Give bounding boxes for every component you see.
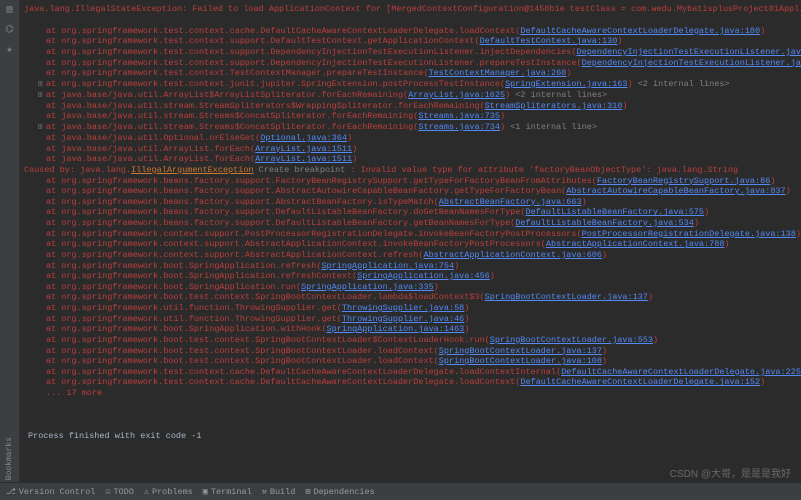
source-link[interactable]: ThrowingSupplier.java:58 bbox=[342, 303, 464, 313]
source-link[interactable]: DefaultCacheAwareContextLoaderDelegate.j… bbox=[520, 26, 760, 36]
source-link[interactable]: ArrayList.java:1625 bbox=[408, 90, 505, 100]
fold-icon[interactable]: ⊞ bbox=[34, 80, 46, 90]
tab-problems[interactable]: ⚠Problems bbox=[144, 487, 193, 497]
source-link[interactable]: SpringApplication.java:754 bbox=[321, 261, 454, 271]
status-bar: ⎇Version Control ☑TODO ⚠Problems ▣Termin… bbox=[0, 482, 801, 500]
tab-build[interactable]: ⚒Build bbox=[262, 487, 296, 497]
source-link[interactable]: AbstractApplicationContext.java:788 bbox=[546, 239, 725, 249]
bookmarks-label[interactable]: Bookmarks bbox=[5, 437, 14, 480]
source-link[interactable]: ThrowingSupplier.java:46 bbox=[342, 314, 464, 324]
source-link[interactable]: ArrayList.java:1511 bbox=[255, 144, 352, 154]
source-link[interactable]: FactoryBeanRegistrySupport.java:86 bbox=[597, 176, 770, 186]
tab-terminal[interactable]: ▣Terminal bbox=[203, 487, 252, 497]
source-link[interactable]: StreamSpliterators.java:310 bbox=[485, 101, 623, 111]
exit-code-line: Process finished with exit code -1 bbox=[28, 431, 793, 442]
source-link[interactable]: SpringBootContextLoader.java:108 bbox=[439, 356, 602, 366]
source-link[interactable]: DefaultTestContext.java:130 bbox=[480, 36, 618, 46]
tab-todo[interactable]: ☑TODO bbox=[105, 487, 134, 497]
create-breakpoint[interactable]: Create breakpoint bbox=[254, 165, 346, 175]
console-panel: java.lang.IllegalStateException: Failed … bbox=[20, 0, 801, 500]
exception-class[interactable]: IllegalArgumentException bbox=[131, 165, 253, 175]
source-link[interactable]: DependencyInjectionTestExecutionListener… bbox=[577, 47, 801, 57]
tab-dependencies[interactable]: ⊞Dependencies bbox=[305, 487, 374, 497]
source-link[interactable]: SpringBootContextLoader.java:137 bbox=[439, 346, 602, 356]
source-link[interactable]: SpringApplication.java:456 bbox=[357, 271, 490, 281]
watermark: CSDN @大哥，是是是我好 bbox=[670, 465, 791, 480]
source-link[interactable]: DependencyInjectionTestExecutionListener… bbox=[582, 58, 801, 68]
source-link[interactable]: SpringApplication.java:335 bbox=[301, 282, 434, 292]
source-link[interactable]: ArrayList.java:1511 bbox=[255, 154, 352, 164]
caused-by: Caused by: java.lang. bbox=[24, 165, 131, 175]
favorites-icon[interactable]: ★ bbox=[4, 44, 16, 56]
source-link[interactable]: AbstractAutowireCapableBeanFactory.java:… bbox=[566, 186, 785, 196]
source-link[interactable]: Streams.java:734 bbox=[418, 122, 500, 132]
source-link[interactable]: Optional.java:364 bbox=[260, 133, 347, 143]
source-link[interactable]: AbstractApplicationContext.java:606 bbox=[423, 250, 602, 260]
project-icon[interactable]: ▤ bbox=[4, 4, 16, 16]
source-link[interactable]: DefaultListableBeanFactory.java:575 bbox=[525, 207, 704, 217]
console-output[interactable]: java.lang.IllegalStateException: Failed … bbox=[24, 4, 793, 441]
source-link[interactable]: SpringExtension.java:163 bbox=[505, 79, 627, 89]
source-link[interactable]: AbstractBeanFactory.java:663 bbox=[439, 197, 582, 207]
source-link[interactable]: PostProcessorRegistrationDelegate.java:1… bbox=[582, 229, 796, 239]
internal-lines: <2 internal lines> bbox=[633, 79, 730, 89]
source-link[interactable]: DefaultCacheAwareContextLoaderDelegate.j… bbox=[520, 377, 760, 387]
source-link[interactable]: SpringApplication.java:1463 bbox=[327, 324, 465, 334]
internal-lines: <1 internal line> bbox=[505, 122, 597, 132]
internal-lines: <2 internal lines> bbox=[510, 90, 607, 100]
source-link[interactable]: DefaultListableBeanFactory.java:534 bbox=[515, 218, 694, 228]
fold-icon[interactable]: ⊞ bbox=[34, 123, 46, 133]
more-frames: ... 17 more bbox=[46, 388, 102, 398]
structure-icon[interactable]: ⌬ bbox=[4, 24, 16, 36]
exception-header: java.lang.IllegalStateException: Failed … bbox=[24, 4, 801, 14]
source-link[interactable]: SpringBootContextLoader.java:553 bbox=[490, 335, 653, 345]
source-link[interactable]: DefaultCacheAwareContextLoaderDelegate.j… bbox=[561, 367, 801, 377]
source-link[interactable]: SpringBootContextLoader.java:137 bbox=[485, 292, 648, 302]
source-link[interactable]: Streams.java:735 bbox=[418, 111, 500, 121]
tab-version-control[interactable]: ⎇Version Control bbox=[6, 487, 95, 497]
fold-icon[interactable]: ⊞ bbox=[34, 91, 46, 101]
source-link[interactable]: TestContextManager.java:260 bbox=[429, 68, 567, 78]
tool-window-bar: ▤ ⌬ ★ Bookmarks bbox=[0, 0, 20, 500]
